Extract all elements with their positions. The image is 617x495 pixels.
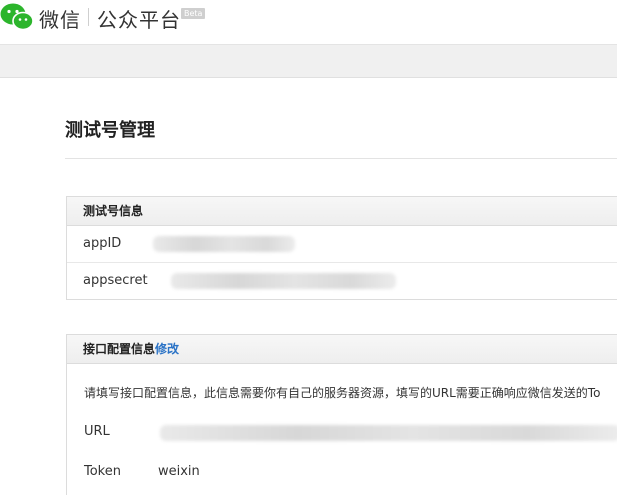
page-title: 测试号管理 (65, 120, 155, 141)
interface-config-description: 请填写接口配置信息，此信息需要你有自己的服务器资源，填写的URL需要正确响应微信… (84, 386, 601, 400)
appid-value-redacted (153, 236, 295, 252)
wechat-logo-icon[interactable] (0, 2, 34, 32)
top-header: 微信 公众平台 Beta (0, 0, 617, 44)
test-account-panel-header: 测试号信息 (67, 197, 617, 226)
appsecret-row: appsecret (67, 263, 617, 299)
appid-label: appID (83, 236, 122, 251)
url-label: URL (84, 424, 110, 439)
token-label: Token (84, 464, 121, 479)
token-value: weixin (158, 464, 200, 479)
interface-config-panel-header: 接口配置信息修改 (67, 335, 617, 364)
product-name: 公众平台 (97, 8, 181, 32)
interface-config-panel-title: 接口配置信息 (83, 342, 156, 356)
test-account-panel-title: 测试号信息 (83, 204, 144, 218)
url-value-redacted (160, 425, 617, 441)
edit-config-link[interactable]: 修改 (155, 342, 179, 356)
appid-row: appID (67, 226, 617, 263)
beta-badge: Beta (181, 8, 206, 19)
brand-separator (88, 8, 89, 26)
title-divider (65, 158, 617, 159)
nav-bar (0, 44, 617, 78)
appsecret-label: appsecret (83, 273, 148, 288)
interface-config-panel: 接口配置信息修改 (66, 334, 617, 495)
brand-name: 微信 (39, 8, 81, 32)
test-account-panel: 测试号信息 appID appsecret (66, 196, 617, 300)
appsecret-value-redacted (171, 273, 396, 289)
